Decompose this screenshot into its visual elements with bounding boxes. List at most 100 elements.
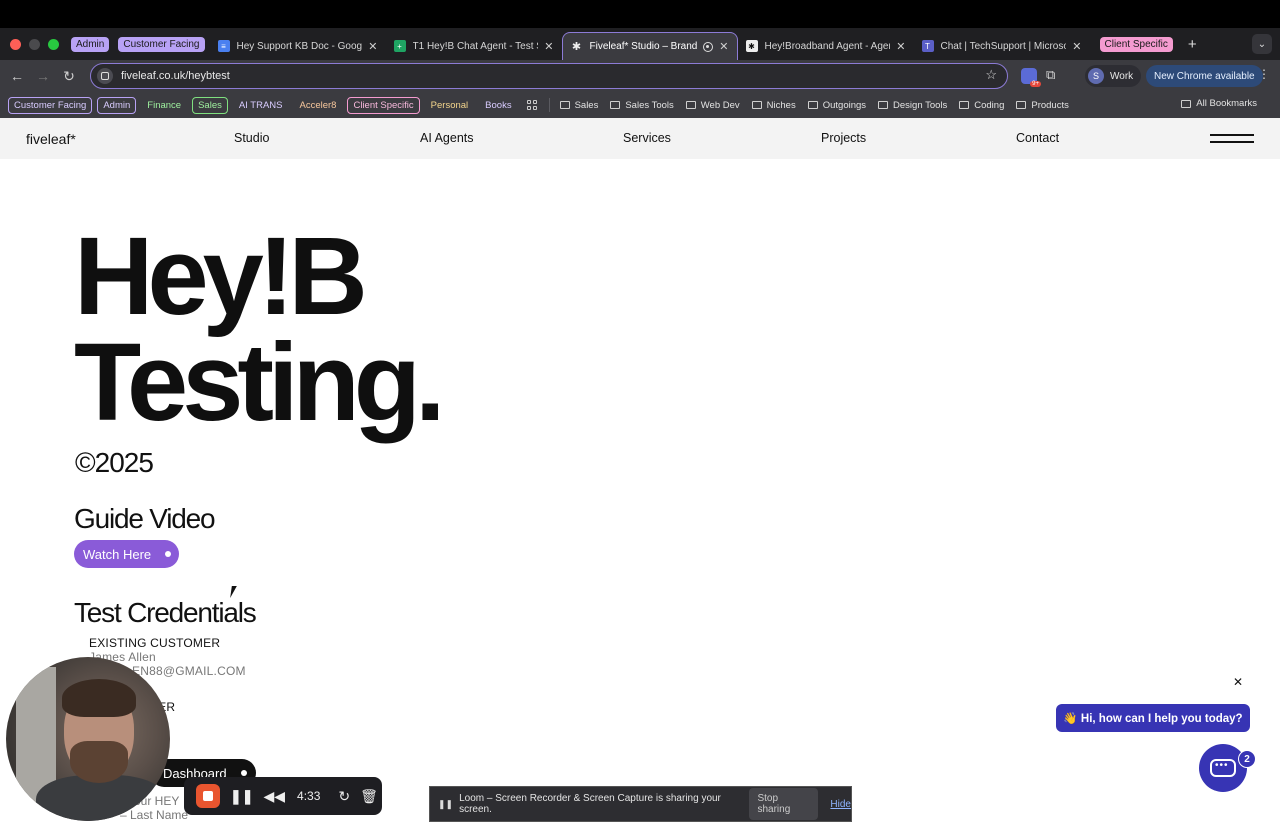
new-tab-button[interactable]: + bbox=[1188, 36, 1197, 53]
browser-toolbar: ← → ↻ fiveleaf.co.uk/heybtest ☆ 9+ ⧉ S W… bbox=[0, 60, 1280, 92]
folder-label: Sales bbox=[574, 99, 599, 111]
back-arrow-icon[interactable]: ← bbox=[4, 68, 30, 84]
chat-launcher-button[interactable] bbox=[1199, 744, 1247, 792]
loom-recording-controls: ❚❚ ◀◀ 4:33 ↻ 🗑 bbox=[184, 777, 382, 815]
url-text[interactable]: fiveleaf.co.uk/heybtest bbox=[121, 70, 230, 82]
folder-icon bbox=[878, 101, 889, 109]
chat-greeting-bubble[interactable]: 👋 Hi, how can I help you today? bbox=[1056, 704, 1250, 732]
forward-arrow-icon[interactable]: → bbox=[30, 68, 56, 84]
bookmark-group-books[interactable]: Books bbox=[479, 97, 517, 114]
agent-icon: ✱ bbox=[745, 40, 758, 52]
pause-icon[interactable]: ❚❚ bbox=[230, 788, 253, 805]
existing-customer-label: EXISTING CUSTOMER bbox=[89, 636, 221, 650]
close-icon[interactable]: ✕ bbox=[719, 40, 728, 53]
recording-icon bbox=[703, 41, 714, 52]
chat-close-icon[interactable]: ✕ bbox=[1233, 675, 1243, 689]
watch-here-button[interactable]: Watch Here bbox=[74, 540, 179, 568]
restart-icon[interactable]: ↻ bbox=[338, 788, 350, 805]
chat-unread-badge: 2 bbox=[1238, 750, 1256, 768]
bookmark-folder-sales[interactable]: Sales bbox=[559, 99, 599, 111]
folder-label: Coding bbox=[974, 99, 1005, 111]
nav-ai-agents[interactable]: AI Agents bbox=[420, 131, 474, 145]
reload-icon[interactable]: ↻ bbox=[56, 68, 82, 85]
rewind-icon[interactable]: ◀◀ bbox=[263, 788, 285, 805]
tab-group-admin[interactable]: Admin bbox=[71, 36, 110, 52]
hamburger-menu-icon[interactable] bbox=[1210, 134, 1254, 144]
bookmark-group-ai-trans[interactable]: AI TRANS bbox=[233, 97, 289, 114]
close-window-button[interactable] bbox=[10, 38, 21, 50]
stop-recording-button[interactable] bbox=[196, 784, 220, 808]
close-icon[interactable]: ✕ bbox=[544, 40, 553, 53]
profile-button[interactable]: S Work bbox=[1085, 65, 1142, 87]
folder-icon bbox=[559, 101, 570, 109]
guide-video-heading: Guide Video bbox=[74, 503, 216, 534]
close-icon[interactable]: ✕ bbox=[368, 40, 377, 53]
bookmark-group-client-specific[interactable]: Client Specific bbox=[347, 96, 420, 114]
folder-label: Design Tools bbox=[893, 99, 948, 111]
bookmark-folder-outgoings[interactable]: Outgoings bbox=[807, 100, 866, 111]
site-header: fiveleaf* Studio AI Agents Services Proj… bbox=[0, 118, 1280, 159]
bookmark-star-icon[interactable]: ☆ bbox=[985, 67, 997, 83]
bookmark-group-admin[interactable]: Admin bbox=[97, 96, 137, 114]
bookmark-group-finance[interactable]: Finance bbox=[141, 97, 187, 114]
bookmark-group-customer-facing[interactable]: Customer Facing bbox=[8, 96, 93, 114]
folder-icon bbox=[959, 101, 970, 109]
profile-label: Work bbox=[1110, 70, 1134, 82]
folder-label: Niches bbox=[766, 99, 796, 111]
teams-icon: T bbox=[921, 40, 934, 52]
apps-grid-icon[interactable] bbox=[526, 100, 537, 110]
tab-teams-chat[interactable]: T Chat | TechSupport | Microso ✕ bbox=[914, 32, 1090, 60]
bookmark-folder-niches[interactable]: Niches bbox=[751, 99, 796, 111]
stop-sharing-button[interactable]: Stop sharing bbox=[749, 788, 819, 820]
bookmark-folder-coding[interactable]: Coding bbox=[959, 100, 1004, 111]
existing-customer-email: EN88@GMAIL.COM bbox=[132, 664, 246, 678]
close-icon[interactable]: ✕ bbox=[896, 40, 905, 53]
folder-icon bbox=[807, 101, 818, 109]
bookmark-folder-web-dev[interactable]: Web Dev bbox=[685, 99, 740, 111]
address-bar[interactable]: fiveleaf.co.uk/heybtest ☆ bbox=[90, 63, 1008, 89]
bookmark-group-acceler8[interactable]: Acceler8 bbox=[294, 97, 343, 114]
minimize-window-button[interactable] bbox=[29, 38, 40, 50]
trash-icon[interactable]: 🗑 bbox=[360, 788, 378, 805]
maximize-window-button[interactable] bbox=[48, 38, 59, 50]
all-bookmarks-button[interactable]: All Bookmarks bbox=[1181, 98, 1257, 109]
nav-studio[interactable]: Studio bbox=[234, 131, 269, 145]
bookmark-folder-sales-tools[interactable]: Sales Tools bbox=[610, 100, 674, 111]
tab-chat-agent-sheet[interactable]: + T1 Hey!B Chat Agent - Test S ✕ bbox=[386, 32, 562, 60]
folder-label: Web Dev bbox=[700, 99, 740, 111]
tab-fiveleaf-studio[interactable]: ✱ Fiveleaf* Studio – Brandin ✕ bbox=[561, 32, 738, 60]
hero-line-2: Testing. bbox=[74, 321, 446, 444]
folder-icon bbox=[751, 101, 762, 109]
tab-title: Hey!Broadband Agent - Agen bbox=[764, 40, 891, 52]
webcam-bubble[interactable] bbox=[6, 657, 170, 821]
more-menu-icon[interactable]: ⋮ bbox=[1258, 67, 1270, 81]
site-logo[interactable]: fiveleaf* bbox=[26, 131, 76, 147]
dot-icon bbox=[165, 551, 171, 557]
webcam-person-beard bbox=[70, 741, 128, 783]
close-icon[interactable]: ✕ bbox=[1072, 40, 1081, 53]
tab-search-chevron-icon[interactable]: ⌄ bbox=[1252, 34, 1272, 54]
test-credentials-heading: Test Credentials bbox=[74, 597, 257, 628]
extensions-puzzle-icon[interactable]: ⧉ bbox=[1046, 67, 1055, 83]
bookmark-folder-design-tools[interactable]: Design Tools bbox=[878, 100, 947, 111]
site-info-icon[interactable] bbox=[97, 68, 113, 84]
share-message: Loom – Screen Recorder & Screen Capture … bbox=[459, 793, 721, 815]
bookmark-group-personal[interactable]: Personal bbox=[425, 97, 475, 114]
nav-projects[interactable]: Projects bbox=[821, 131, 866, 145]
tab-group-customer-facing[interactable]: Customer Facing bbox=[118, 36, 205, 52]
folder-icon bbox=[1181, 99, 1192, 108]
window-controls bbox=[10, 38, 59, 50]
chrome-update-button[interactable]: New Chrome available bbox=[1146, 65, 1263, 87]
copyright-text: ©2025 bbox=[75, 447, 154, 478]
nav-contact[interactable]: Contact bbox=[1016, 131, 1059, 145]
nav-services[interactable]: Services bbox=[623, 131, 671, 145]
bookmark-folder-products[interactable]: Products bbox=[1016, 100, 1069, 111]
tab-group-client-specific[interactable]: Client Specific bbox=[1099, 36, 1173, 52]
dot-icon bbox=[241, 770, 247, 776]
bookmark-group-sales[interactable]: Sales bbox=[192, 96, 228, 114]
watch-here-label: Watch Here bbox=[83, 546, 152, 562]
hide-banner-link[interactable]: Hide bbox=[830, 799, 851, 810]
tab-broadband-agent[interactable]: ✱ Hey!Broadband Agent - Agen ✕ bbox=[738, 32, 914, 60]
extension-icon[interactable]: 9+ bbox=[1021, 68, 1041, 87]
tab-kb-doc[interactable]: ≡ Hey Support KB Doc - Google ✕ bbox=[210, 32, 386, 60]
